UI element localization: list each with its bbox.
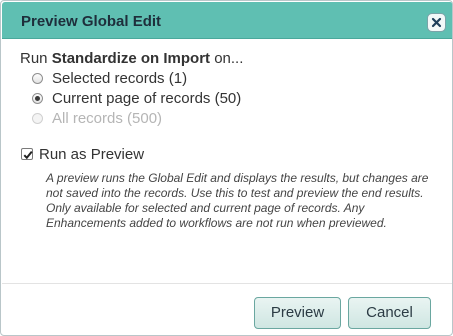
preview-button[interactable]: Preview bbox=[254, 297, 341, 329]
cancel-button[interactable]: Cancel bbox=[348, 297, 431, 329]
preview-global-edit-dialog: Preview Global Edit Run Standardize on I… bbox=[0, 0, 453, 336]
footer-divider bbox=[2, 283, 452, 284]
radio-selected-records[interactable] bbox=[32, 73, 43, 84]
run-description: Run Standardize on Import on... bbox=[20, 50, 243, 67]
run-prefix: Run bbox=[20, 50, 52, 67]
run-as-preview-checkbox[interactable] bbox=[21, 148, 33, 160]
radio-label: Selected records (1) bbox=[52, 70, 188, 87]
global-edit-name: Standardize on Import bbox=[51, 50, 211, 67]
close-button[interactable] bbox=[427, 13, 446, 32]
radio-label: All records (500) bbox=[52, 110, 163, 127]
radio-label: Current page of records (50) bbox=[52, 90, 242, 107]
run-suffix: on... bbox=[210, 50, 244, 67]
checkmark-icon bbox=[23, 150, 33, 160]
radio-all-records bbox=[32, 113, 43, 124]
run-as-preview-label: Run as Preview bbox=[39, 146, 145, 163]
dialog-title: Preview Global Edit bbox=[21, 13, 162, 30]
radio-current-page[interactable] bbox=[32, 93, 43, 104]
close-icon bbox=[431, 17, 442, 28]
dialog-titlebar: Preview Global Edit bbox=[2, 2, 452, 39]
preview-help-text: A preview runs the Global Edit and displ… bbox=[46, 171, 429, 230]
